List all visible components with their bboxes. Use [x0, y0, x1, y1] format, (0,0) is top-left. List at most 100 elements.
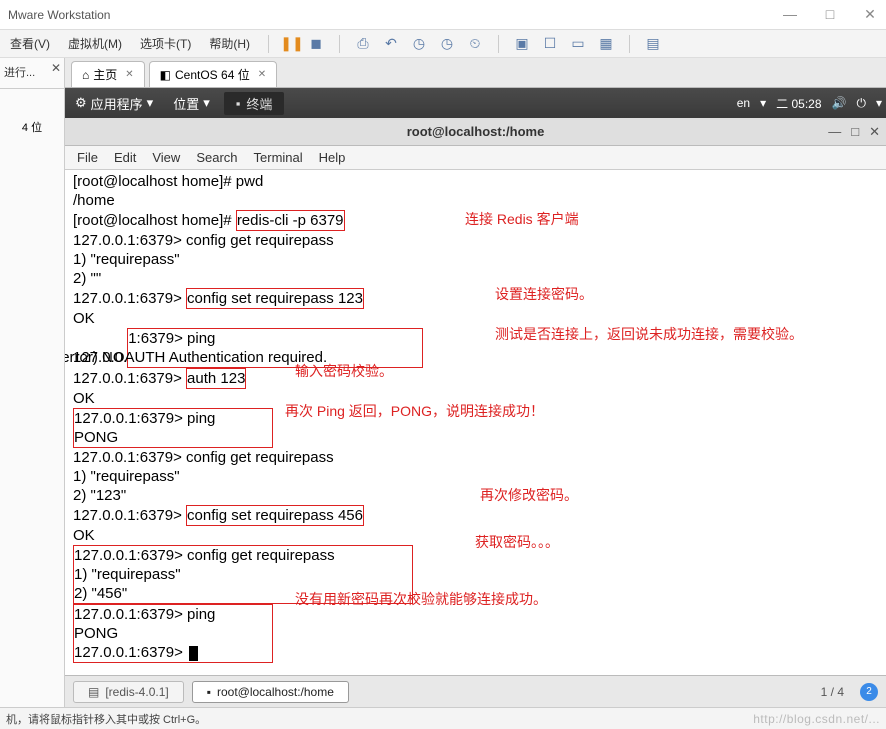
- highlight-box: redis-cli -p 6379: [236, 210, 345, 231]
- clock[interactable]: 二 05:28: [776, 95, 821, 112]
- gnome-systray: en ▾ 二 05:28 🔊 ⏻ ▾: [737, 95, 882, 112]
- status-text: 机，请将鼠标指针移入其中或按 Ctrl+G。: [6, 711, 206, 727]
- terminal-title: root@localhost:/home: [407, 124, 545, 139]
- snapshot-icon[interactable]: ⎙: [354, 35, 372, 53]
- gnome-places[interactable]: 位置 ▾: [167, 92, 216, 115]
- notification-badge[interactable]: 2: [860, 683, 878, 701]
- chevron-down-icon: ▾: [876, 96, 882, 110]
- maximize-button[interactable]: □: [822, 6, 838, 23]
- clock-icon[interactable]: ⏲: [466, 35, 484, 53]
- unity-icon[interactable]: ☐: [541, 35, 559, 53]
- volume-icon[interactable]: 🔊: [832, 96, 847, 110]
- vmware-titlebar: Mware Workstation — □ ✕: [0, 0, 886, 30]
- term-menu-search[interactable]: Search: [196, 150, 237, 165]
- highlight-box: config set requirepass 456: [186, 505, 364, 526]
- term-line: [root@localhost home]# pwd: [73, 172, 878, 191]
- cursor: [189, 646, 198, 661]
- foot-icon: ⚙: [75, 95, 87, 111]
- watermark-url: http://blog.csdn.net/...: [753, 712, 880, 726]
- chevron-down-icon: ▾: [760, 96, 766, 110]
- tab-home[interactable]: ⌂ 主页 ✕: [71, 61, 145, 87]
- power-icon[interactable]: ⏻: [856, 96, 866, 111]
- console-icon[interactable]: ▭: [569, 35, 587, 53]
- term-max-icon[interactable]: □: [851, 124, 859, 140]
- terminal-menubar: File Edit View Search Terminal Help: [65, 146, 886, 170]
- highlight-box: config set requirepass 123: [186, 288, 364, 309]
- term-line: /home: [73, 191, 878, 210]
- term-close-icon[interactable]: ✕: [869, 124, 880, 140]
- stop-icon[interactable]: ◼: [307, 35, 325, 53]
- annotation: 再次修改密码。: [480, 486, 578, 505]
- fullscreen-icon[interactable]: ▣: [513, 35, 531, 53]
- menu-view[interactable]: 查看(V): [6, 33, 54, 54]
- annotation: 获取密码。。。: [475, 533, 559, 552]
- sidebar-close-icon[interactable]: ✕: [51, 61, 61, 75]
- pause-icon[interactable]: ❚❚: [283, 35, 301, 53]
- gnome-panel: ⚙ 应用程序 ▾ 位置 ▾ ▪ 终端 en ▾ 二 05:28 🔊 ⏻ ▾: [65, 88, 886, 118]
- sidebar-selected-vm[interactable]: 4 位: [0, 117, 64, 137]
- term-line: 1) "requirepass": [73, 467, 878, 486]
- close-button[interactable]: ✕: [862, 6, 878, 23]
- folder-icon: ▤: [88, 685, 99, 699]
- left-sidebar: ✕ 进行... 4 位: [0, 58, 65, 707]
- term-menu-terminal[interactable]: Terminal: [254, 150, 303, 165]
- annotation: 没有用新密码再次校验就能够连接成功。: [295, 590, 547, 609]
- term-menu-edit[interactable]: Edit: [114, 150, 136, 165]
- main-pane: ⌂ 主页 ✕ ◧ CentOS 64 位 ✕ ⚙ 应用程序 ▾ 位置 ▾ ▪: [65, 58, 886, 707]
- term-menu-help[interactable]: Help: [319, 150, 346, 165]
- taskbar-item-terminal[interactable]: ▪ root@localhost:/home: [192, 681, 349, 703]
- snapshot-manager-icon[interactable]: ◷: [410, 35, 428, 53]
- term-menu-file[interactable]: File: [77, 150, 98, 165]
- home-icon: ⌂: [82, 68, 89, 82]
- menu-vm[interactable]: 虚拟机(M): [64, 33, 126, 54]
- terminal-body[interactable]: [root@localhost home]# pwd /home [root@l…: [65, 170, 886, 675]
- annotation: 连接 Redis 客户端: [465, 210, 579, 229]
- window-title: Mware Workstation: [8, 8, 110, 22]
- term-menu-view[interactable]: View: [152, 150, 180, 165]
- term-line: 127.0.0.1:6379> config get requirepass: [73, 448, 878, 467]
- terminal-window-titlebar: root@localhost:/home — □ ✕: [65, 118, 886, 146]
- toolbar-playback: ❚❚ ◼: [283, 35, 325, 53]
- taskbar-item-filemanager[interactable]: ▤ [redis-4.0.1]: [73, 681, 184, 703]
- snapshot-take-icon[interactable]: ◷: [438, 35, 456, 53]
- menu-help[interactable]: 帮助(H): [205, 33, 254, 54]
- term-line: 127.0.0.1:6379> config set requirepass 1…: [73, 288, 878, 309]
- term-line: 1) "requirepass": [73, 250, 878, 269]
- snapshot-revert-icon[interactable]: ↶: [382, 35, 400, 53]
- terminal-icon: ▪: [207, 685, 211, 699]
- menu-tabs[interactable]: 选项卡(T): [136, 33, 195, 54]
- term-line: 127.0.0.1:6379> config get requirepass: [73, 231, 878, 250]
- annotation: 测试是否连接上，返回说未成功连接，需要校验。: [495, 325, 803, 344]
- highlight-box: 127.0.0.1:6379> pingPONG: [73, 408, 273, 448]
- gnome-terminal-task[interactable]: ▪ 终端: [224, 92, 285, 115]
- vm-tabstrip: ⌂ 主页 ✕ ◧ CentOS 64 位 ✕: [65, 58, 886, 88]
- term-line: 127.0.0.1:6379> pingPONG127.0.0.1:6379>: [73, 604, 878, 663]
- minimize-button[interactable]: —: [782, 6, 798, 23]
- highlight-box: auth 123: [186, 368, 246, 389]
- vm-icon: ◧: [160, 68, 171, 82]
- chevron-down-icon: ▾: [147, 95, 154, 111]
- tab-home-label: 主页: [93, 66, 117, 83]
- gnome-taskbar: ▤ [redis-4.0.1] ▪ root@localhost:/home 1…: [65, 675, 886, 707]
- term-line: 2) "123": [73, 486, 878, 505]
- term-line: 2) "": [73, 269, 878, 288]
- language-indicator[interactable]: en: [737, 96, 750, 110]
- highlight-box: 127.0.0.1:6379> pingPONG127.0.0.1:6379>: [73, 604, 273, 663]
- tab-centos[interactable]: ◧ CentOS 64 位 ✕: [149, 61, 277, 87]
- term-min-icon[interactable]: —: [828, 124, 841, 140]
- vmware-menubar: 查看(V) 虚拟机(M) 选项卡(T) 帮助(H) ❚❚ ◼ ⎙ ↶ ◷ ◷ ⏲…: [0, 30, 886, 58]
- annotation: 再次 Ping 返回，PONG，说明连接成功！: [285, 402, 544, 421]
- tab-close-icon[interactable]: ✕: [125, 69, 133, 80]
- tab-close-icon[interactable]: ✕: [258, 69, 266, 80]
- chevron-down-icon: ▾: [203, 95, 210, 111]
- tab-centos-label: CentOS 64 位: [175, 66, 250, 83]
- terminal-icon: ▪: [236, 96, 241, 111]
- term-line: 127.0.0.1:6379> auth 123: [73, 368, 878, 389]
- term-line: 127.0.0.1:6379> config set requirepass 4…: [73, 505, 878, 526]
- annotation: 设置连接密码。: [495, 285, 593, 304]
- workspace-pager[interactable]: 1 / 4: [821, 685, 844, 699]
- gnome-applications[interactable]: ⚙ 应用程序 ▾: [69, 92, 159, 115]
- thumbnail-icon[interactable]: ▦: [597, 35, 615, 53]
- vmware-statusbar: 机，请将鼠标指针移入其中或按 Ctrl+G。 http://blog.csdn.…: [0, 707, 886, 729]
- library-icon[interactable]: ▤: [644, 35, 662, 53]
